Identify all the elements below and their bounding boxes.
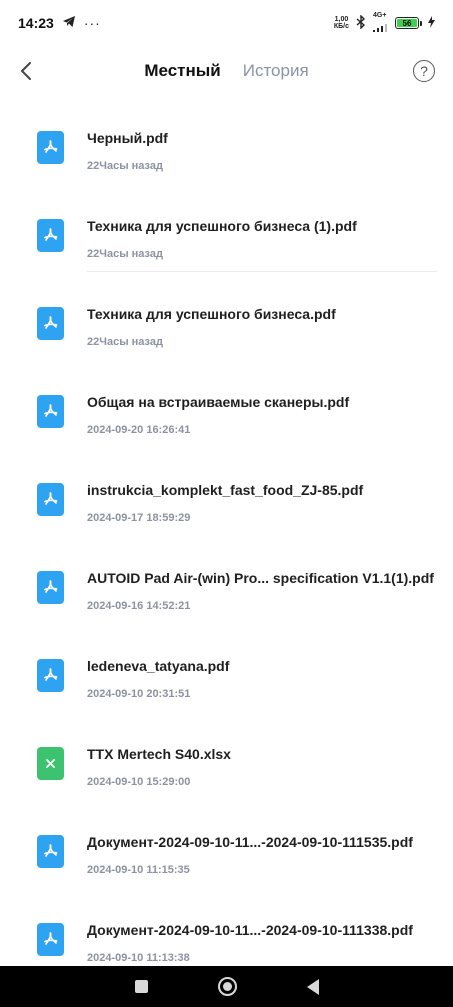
signal-icon bbox=[373, 19, 389, 35]
net-speed: 1,00 КБ/с bbox=[333, 16, 349, 30]
file-date: 2024-09-17 18:59:29 bbox=[87, 512, 191, 524]
bluetooth-icon bbox=[355, 13, 367, 32]
file-name: ledeneva_tatyana.pdf bbox=[87, 658, 230, 674]
file-date: 22Часы назад bbox=[87, 336, 163, 348]
file-list: Черный.pdf 22Часы назад Техника для успешн… bbox=[0, 96, 453, 966]
file-date: 22Часы назад bbox=[87, 248, 163, 260]
pdf-file-icon bbox=[37, 483, 64, 516]
network-indicator: 4G+ bbox=[373, 12, 389, 35]
file-list-item[interactable]: TTX Mertech S40.xlsx 2024-09-10 15:29:00 bbox=[0, 712, 453, 800]
header: Местный История ? bbox=[0, 46, 453, 96]
navigation-bar bbox=[0, 966, 453, 1007]
tab-bar: Местный История bbox=[0, 61, 453, 81]
more-notifications-icon: ··· bbox=[83, 15, 101, 31]
file-name: TTX Mertech S40.xlsx bbox=[87, 746, 231, 762]
status-bar: 14:23 ··· 1,00 КБ/с 4G+ 56 bbox=[0, 0, 453, 46]
file-name: Черный.pdf bbox=[87, 130, 168, 146]
pdf-file-icon bbox=[37, 659, 64, 692]
file-name: Документ-2024-09-10-11...-2024-09-10-111… bbox=[87, 922, 413, 938]
file-list-item[interactable]: Техника для успешного бизнеса (1).pdf 22Ч… bbox=[0, 184, 453, 272]
file-date: 22Часы назад bbox=[87, 160, 163, 172]
file-name: instrukcia_komplekt_fast_food_ZJ-85.pdf bbox=[87, 482, 364, 498]
pdf-file-icon bbox=[37, 923, 64, 956]
tab-local[interactable]: Местный bbox=[144, 61, 220, 81]
battery-icon: 56 bbox=[395, 17, 422, 29]
file-date: 2024-09-10 11:15:35 bbox=[87, 864, 190, 876]
file-list-item[interactable]: Документ-2024-09-10-11...-2024-09-10-111… bbox=[0, 888, 453, 966]
status-time: 14:23 bbox=[18, 15, 54, 31]
file-list-item[interactable]: Техника для успешного бизнеса.pdf 22Часы … bbox=[0, 272, 453, 360]
file-name: AUTOID Pad Air-(win) Pro... specificatio… bbox=[87, 570, 434, 586]
tab-history[interactable]: История bbox=[243, 61, 309, 81]
excel-file-icon bbox=[37, 747, 64, 780]
help-icon: ? bbox=[420, 63, 428, 79]
system-back-button[interactable] bbox=[306, 978, 319, 995]
pdf-file-icon bbox=[37, 307, 64, 340]
charging-icon bbox=[428, 15, 435, 31]
file-list-item[interactable]: instrukcia_komplekt_fast_food_ZJ-85.pdf 2… bbox=[0, 448, 453, 536]
telegram-icon bbox=[62, 15, 76, 31]
file-date: 2024-09-10 20:31:51 bbox=[87, 688, 191, 700]
pdf-file-icon bbox=[37, 219, 64, 252]
battery-level: 56 bbox=[397, 19, 417, 28]
home-button[interactable] bbox=[217, 977, 237, 996]
file-list-item[interactable]: Документ-2024-09-10-11...-2024-09-10-111… bbox=[0, 800, 453, 888]
file-list-item[interactable]: Общая на встраиваемые сканеры.pdf 2024-09… bbox=[0, 360, 453, 448]
file-name: Документ-2024-09-10-11...-2024-09-10-111… bbox=[87, 834, 413, 850]
file-list-item[interactable]: ledeneva_tatyana.pdf 2024-09-10 20:31:51 bbox=[0, 624, 453, 712]
pdf-file-icon bbox=[37, 835, 64, 868]
file-date: 2024-09-10 15:29:00 bbox=[87, 776, 191, 788]
pdf-file-icon bbox=[37, 395, 64, 428]
pdf-file-icon bbox=[37, 571, 64, 604]
file-name: Техника для успешного бизнеса (1).pdf bbox=[87, 218, 357, 234]
file-name: Техника для успешного бизнеса.pdf bbox=[87, 306, 336, 322]
help-button[interactable]: ? bbox=[413, 60, 435, 82]
file-date: 2024-09-10 11:13:38 bbox=[87, 952, 190, 964]
file-list-item[interactable]: AUTOID Pad Air-(win) Pro... specificatio… bbox=[0, 536, 453, 624]
pdf-file-icon bbox=[37, 131, 64, 164]
file-list-item[interactable]: Черный.pdf 22Часы назад bbox=[0, 96, 453, 184]
file-name: Общая на встраиваемые сканеры.pdf bbox=[87, 394, 350, 410]
recent-apps-button[interactable] bbox=[134, 980, 148, 993]
file-date: 2024-09-16 14:52:21 bbox=[87, 600, 191, 612]
file-date: 2024-09-20 16:26:41 bbox=[87, 424, 191, 436]
